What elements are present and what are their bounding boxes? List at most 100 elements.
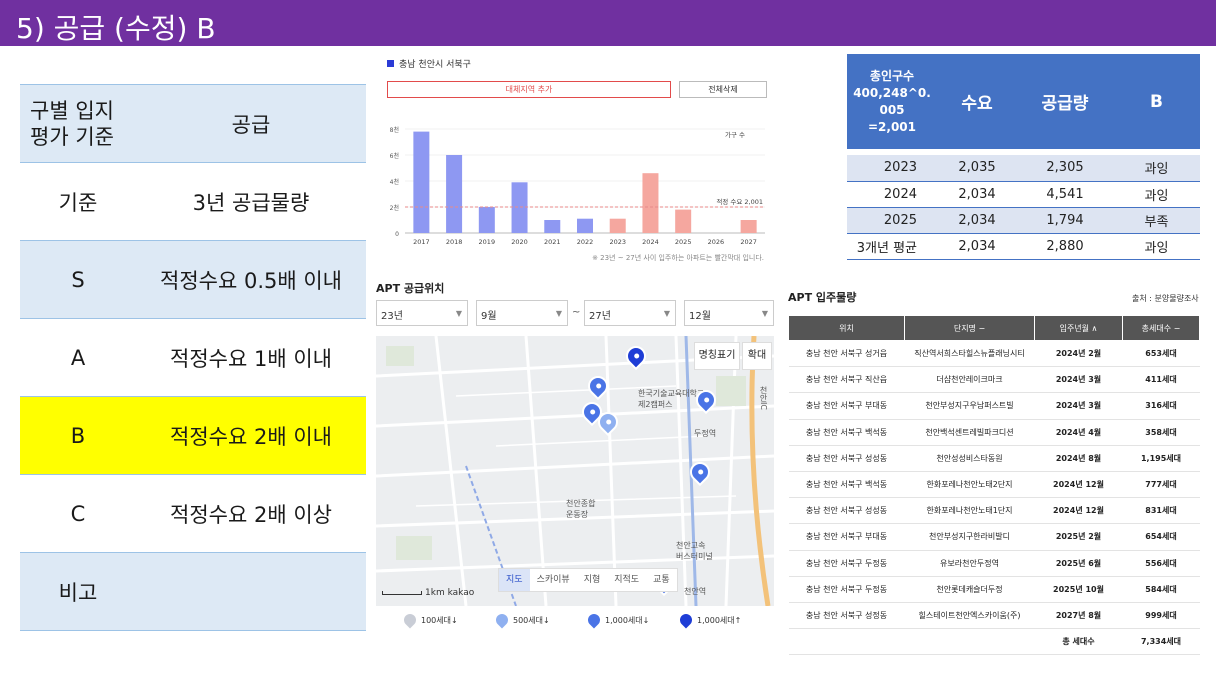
- chart-note: ※ 23년 ~ 27년 사이 입주하는 아파트는 빨간막대 입니다.: [592, 254, 764, 262]
- ds-supply: 2,880: [1017, 233, 1113, 260]
- criteria-value: 적정수요 2배 이상: [136, 474, 366, 553]
- bar-2022: [577, 218, 593, 233]
- tab-cadastral[interactable]: 지적도: [607, 569, 646, 591]
- range-tilde: ~: [572, 307, 581, 318]
- dropdown-arrow-icon: ▼: [455, 309, 462, 318]
- bar-2021: [544, 220, 561, 233]
- end-year-value: 27년: [589, 311, 611, 322]
- cell-households: 316세대: [1122, 392, 1200, 420]
- bar-2020: [511, 182, 528, 233]
- ds-year: 2023: [847, 155, 937, 182]
- criteria-row: 비고: [20, 552, 366, 631]
- total-empty: [904, 628, 1035, 656]
- cell-complex: 천안부성지구한라비발디: [904, 523, 1035, 551]
- criteria-row-highlighted: B 적정수요 2배 이내: [20, 396, 366, 475]
- criteria-label: 기준: [20, 162, 136, 241]
- y-tick-label: 2천: [390, 204, 399, 212]
- marker-1000-icon: [585, 611, 603, 629]
- table-row: 충남 천안 서북구 직산읍 더샵천안레이크마크 2024년 3월 411세대: [788, 366, 1200, 394]
- legend-label: 500세대↓: [513, 615, 550, 625]
- move-in-table: 위치 단지명 − 입주년월 ∧ 총세대수 − 충남 천안 서북구 성거읍 직산역서…: [788, 315, 1200, 656]
- col-complex[interactable]: 단지명 −: [904, 315, 1035, 341]
- ds-year: 2024: [847, 181, 937, 208]
- kakao-brand: kakao: [447, 588, 475, 598]
- col-move-in-date[interactable]: 입주년월 ∧: [1034, 315, 1123, 341]
- criteria-value: 적정수요 0.5배 이내: [136, 240, 366, 319]
- bar-2019: [478, 207, 495, 233]
- col-location[interactable]: 위치: [788, 315, 905, 341]
- criteria-value: 3년 공급물량: [136, 162, 366, 241]
- total-row: 총 세대수 7,334세대: [788, 628, 1200, 656]
- map-label-stadium: 천안종합 운동장: [566, 499, 596, 519]
- map-scale: 1km kakao: [382, 588, 474, 598]
- criteria-row: C 적정수요 2배 이상: [20, 474, 366, 553]
- marker-1000-plus-icon: [677, 611, 695, 629]
- cell-date: 2024년 8월: [1034, 445, 1123, 472]
- ds-demand: 2,035: [937, 155, 1017, 182]
- cell-location: 충남 천안 서북구 직산읍: [788, 366, 905, 394]
- ds-row: 2025 2,034 1,794 부족: [847, 207, 1200, 234]
- tab-traffic[interactable]: 교통: [646, 569, 677, 591]
- ds-grade: 과잉: [1113, 155, 1200, 182]
- cell-location: 충남 천안 서북구 두정동: [788, 550, 905, 577]
- supply-map[interactable]: 명칭표기 확대 한국기술교육대학교 제2캠퍼스 두정역 천안종합 운동장 천안고…: [376, 336, 774, 606]
- tab-terrain[interactable]: 지형: [577, 569, 608, 591]
- cell-complex: 천안부성지구우남퍼스트빌: [904, 392, 1035, 420]
- col-households[interactable]: 총세대수 −: [1122, 315, 1200, 341]
- cell-location: 충남 천안 서북구 백석동: [788, 471, 905, 499]
- ds-header-row: 총인구수 400,248^0. 005 =2,001 수요 공급량 B: [847, 54, 1200, 149]
- cell-complex: 한화포레나천안노태2단지: [904, 471, 1035, 499]
- cell-households: 358세대: [1122, 419, 1200, 446]
- cell-complex: 천안백석센트레빌파크디션: [904, 419, 1035, 446]
- zoom-button[interactable]: 확대: [742, 342, 772, 370]
- add-region-button[interactable]: 대체지역 추가: [387, 81, 671, 98]
- table-row: 충남 천안 서북구 부대동 천안부성지구우남퍼스트빌 2024년 3월 316세대: [788, 392, 1200, 420]
- cell-complex: 직산역서희스타힐스뉴플래닝시티: [904, 340, 1035, 368]
- table-row: 충남 천안 서북구 성거읍 직산역서희스타힐스뉴플래닝시티 2024년 2월 653세…: [788, 340, 1200, 368]
- ds-grade: 과잉: [1113, 233, 1200, 260]
- delete-all-button[interactable]: 전체삭제: [679, 81, 767, 98]
- dropdown-arrow-icon: ▼: [761, 309, 768, 318]
- y-tick-label: 0: [395, 231, 399, 238]
- tab-map[interactable]: 지도: [499, 569, 530, 591]
- x-tick-label: 2027: [740, 238, 757, 246]
- ds-grade: 과잉: [1113, 181, 1200, 208]
- x-tick-label: 2021: [544, 238, 561, 246]
- cell-households: 777세대: [1122, 471, 1200, 499]
- end-month-select[interactable]: 12월 ▼: [684, 300, 774, 326]
- region-name: 충남 천안시 서북구: [399, 60, 471, 70]
- map-type-tabs: 지도 스카이뷰 지형 지적도 교통: [498, 568, 678, 592]
- table-row: 충남 천안 서북구 성성동 천안성성비스타동원 2024년 8월 1,195세대: [788, 445, 1200, 472]
- supply-bar-chart: 0 2천 4천 6천 8천 2017 2018 2019 2020 2021 2022 2023 202…: [390, 126, 765, 246]
- x-tick-label: 2022: [577, 238, 594, 246]
- cell-date: 2024년 2월: [1034, 340, 1123, 368]
- criteria-row: 기준 3년 공급물량: [20, 162, 366, 241]
- legend-item: 1,000세대↓: [585, 611, 650, 629]
- move-in-title: APT 입주물량: [788, 291, 857, 304]
- start-month-select[interactable]: 9월 ▼: [476, 300, 568, 326]
- map-label-bus-terminal: 천안고속 버스터미널: [676, 541, 713, 561]
- criteria-label: C: [20, 474, 136, 553]
- y-tick-label: 8천: [390, 126, 399, 134]
- dropdown-arrow-icon: ▼: [663, 309, 670, 318]
- start-year-select[interactable]: 23년 ▼: [376, 300, 468, 326]
- legend-item: 100세대↓: [401, 611, 458, 629]
- end-year-select[interactable]: 27년 ▼: [584, 300, 676, 326]
- total-label: 총 세대수: [1034, 628, 1123, 656]
- legend-item: 500세대↓: [493, 611, 550, 629]
- cell-date: 2024년 12월: [1034, 471, 1123, 499]
- ds-row: 2023 2,035 2,305 과잉: [847, 155, 1200, 182]
- ds-demand: 2,034: [937, 233, 1017, 260]
- cell-households: 654세대: [1122, 523, 1200, 551]
- cell-date: 2024년 3월: [1034, 392, 1123, 420]
- tab-skyview[interactable]: 스카이뷰: [530, 569, 577, 591]
- bar-2024: [642, 173, 659, 233]
- table-row: 충남 천안 서북구 두정동 유보라천안두정역 2025년 6월 556세대: [788, 550, 1200, 577]
- table-row: 충남 천안 서북구 성정동 힐스테이트천안엑스카이움(주) 2027년 8월 999세…: [788, 602, 1200, 630]
- cell-location: 충남 천안 서북구 성성동: [788, 497, 905, 525]
- bar-2023: [609, 218, 626, 233]
- show-names-button[interactable]: 명칭표기: [694, 342, 740, 370]
- legend-label: 1,000세대↓: [605, 615, 650, 625]
- region-color-icon: [387, 60, 394, 67]
- cell-location: 충남 천안 서북구 부대동: [788, 523, 905, 551]
